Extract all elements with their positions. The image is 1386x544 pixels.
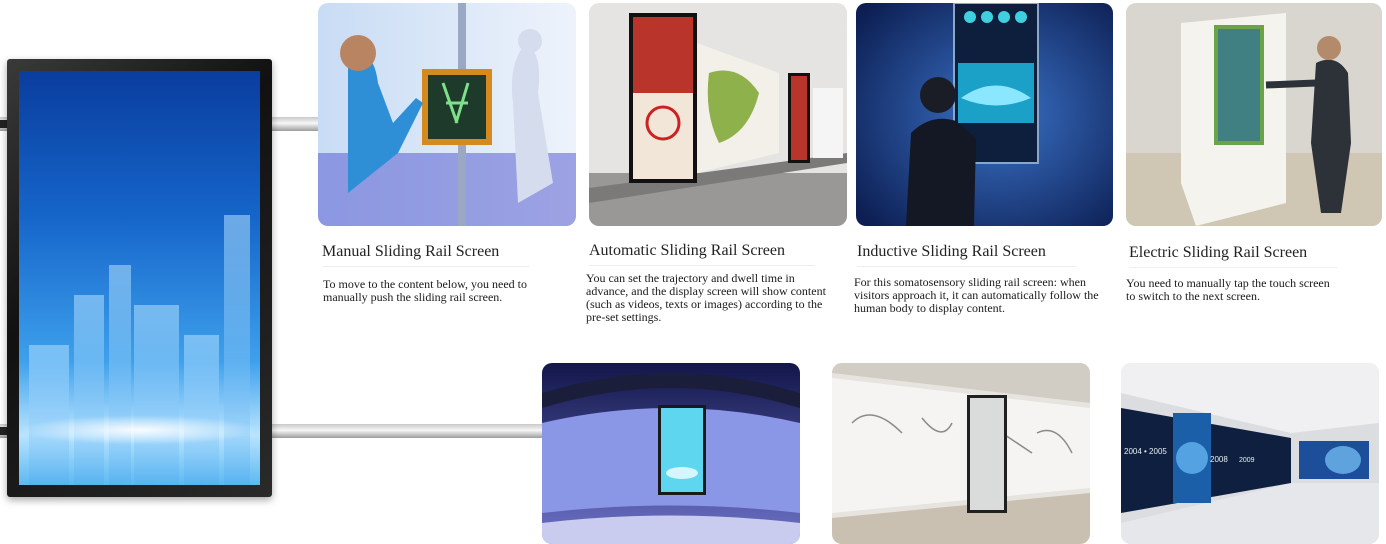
sliding-rail-display-screen <box>7 59 272 497</box>
timeline-year-label: 2008 <box>1210 455 1228 464</box>
manual-title: Manual Sliding Rail Screen <box>322 243 530 267</box>
building-shape <box>134 305 179 485</box>
city-skyline-display <box>19 71 260 485</box>
electric-description: You need to manually tap the touch scree… <box>1126 276 1330 303</box>
timeline-year-label: 2009 <box>1239 457 1255 464</box>
automatic-description: You can set the trajectory and dwell tim… <box>586 271 826 324</box>
light-glow <box>19 415 260 445</box>
manual-description: To move to the content below, you need t… <box>323 277 527 304</box>
building-shape <box>74 295 104 485</box>
electric-sliding-rail-photo <box>1126 3 1382 226</box>
automatic-sliding-rail-photo <box>589 3 847 226</box>
inductive-title: Inductive Sliding Rail Screen <box>857 243 1076 267</box>
inductive-sliding-rail-photo <box>856 3 1113 226</box>
timeline-corridor-photo: 2004 • 2005 2008 2009 <box>1121 363 1379 544</box>
manual-sliding-rail-photo <box>318 3 576 226</box>
building-shape <box>109 265 131 485</box>
timeline-year-label: 2004 • 2005 <box>1124 447 1167 456</box>
building-shape <box>184 335 219 485</box>
automatic-title: Automatic Sliding Rail Screen <box>589 242 815 266</box>
electric-title: Electric Sliding Rail Screen <box>1129 244 1338 268</box>
gallery-sketch-wall-photo <box>832 363 1090 544</box>
inductive-description: For this somatosensory sliding rail scre… <box>854 275 1099 315</box>
curved-screen-hall-photo <box>542 363 800 544</box>
